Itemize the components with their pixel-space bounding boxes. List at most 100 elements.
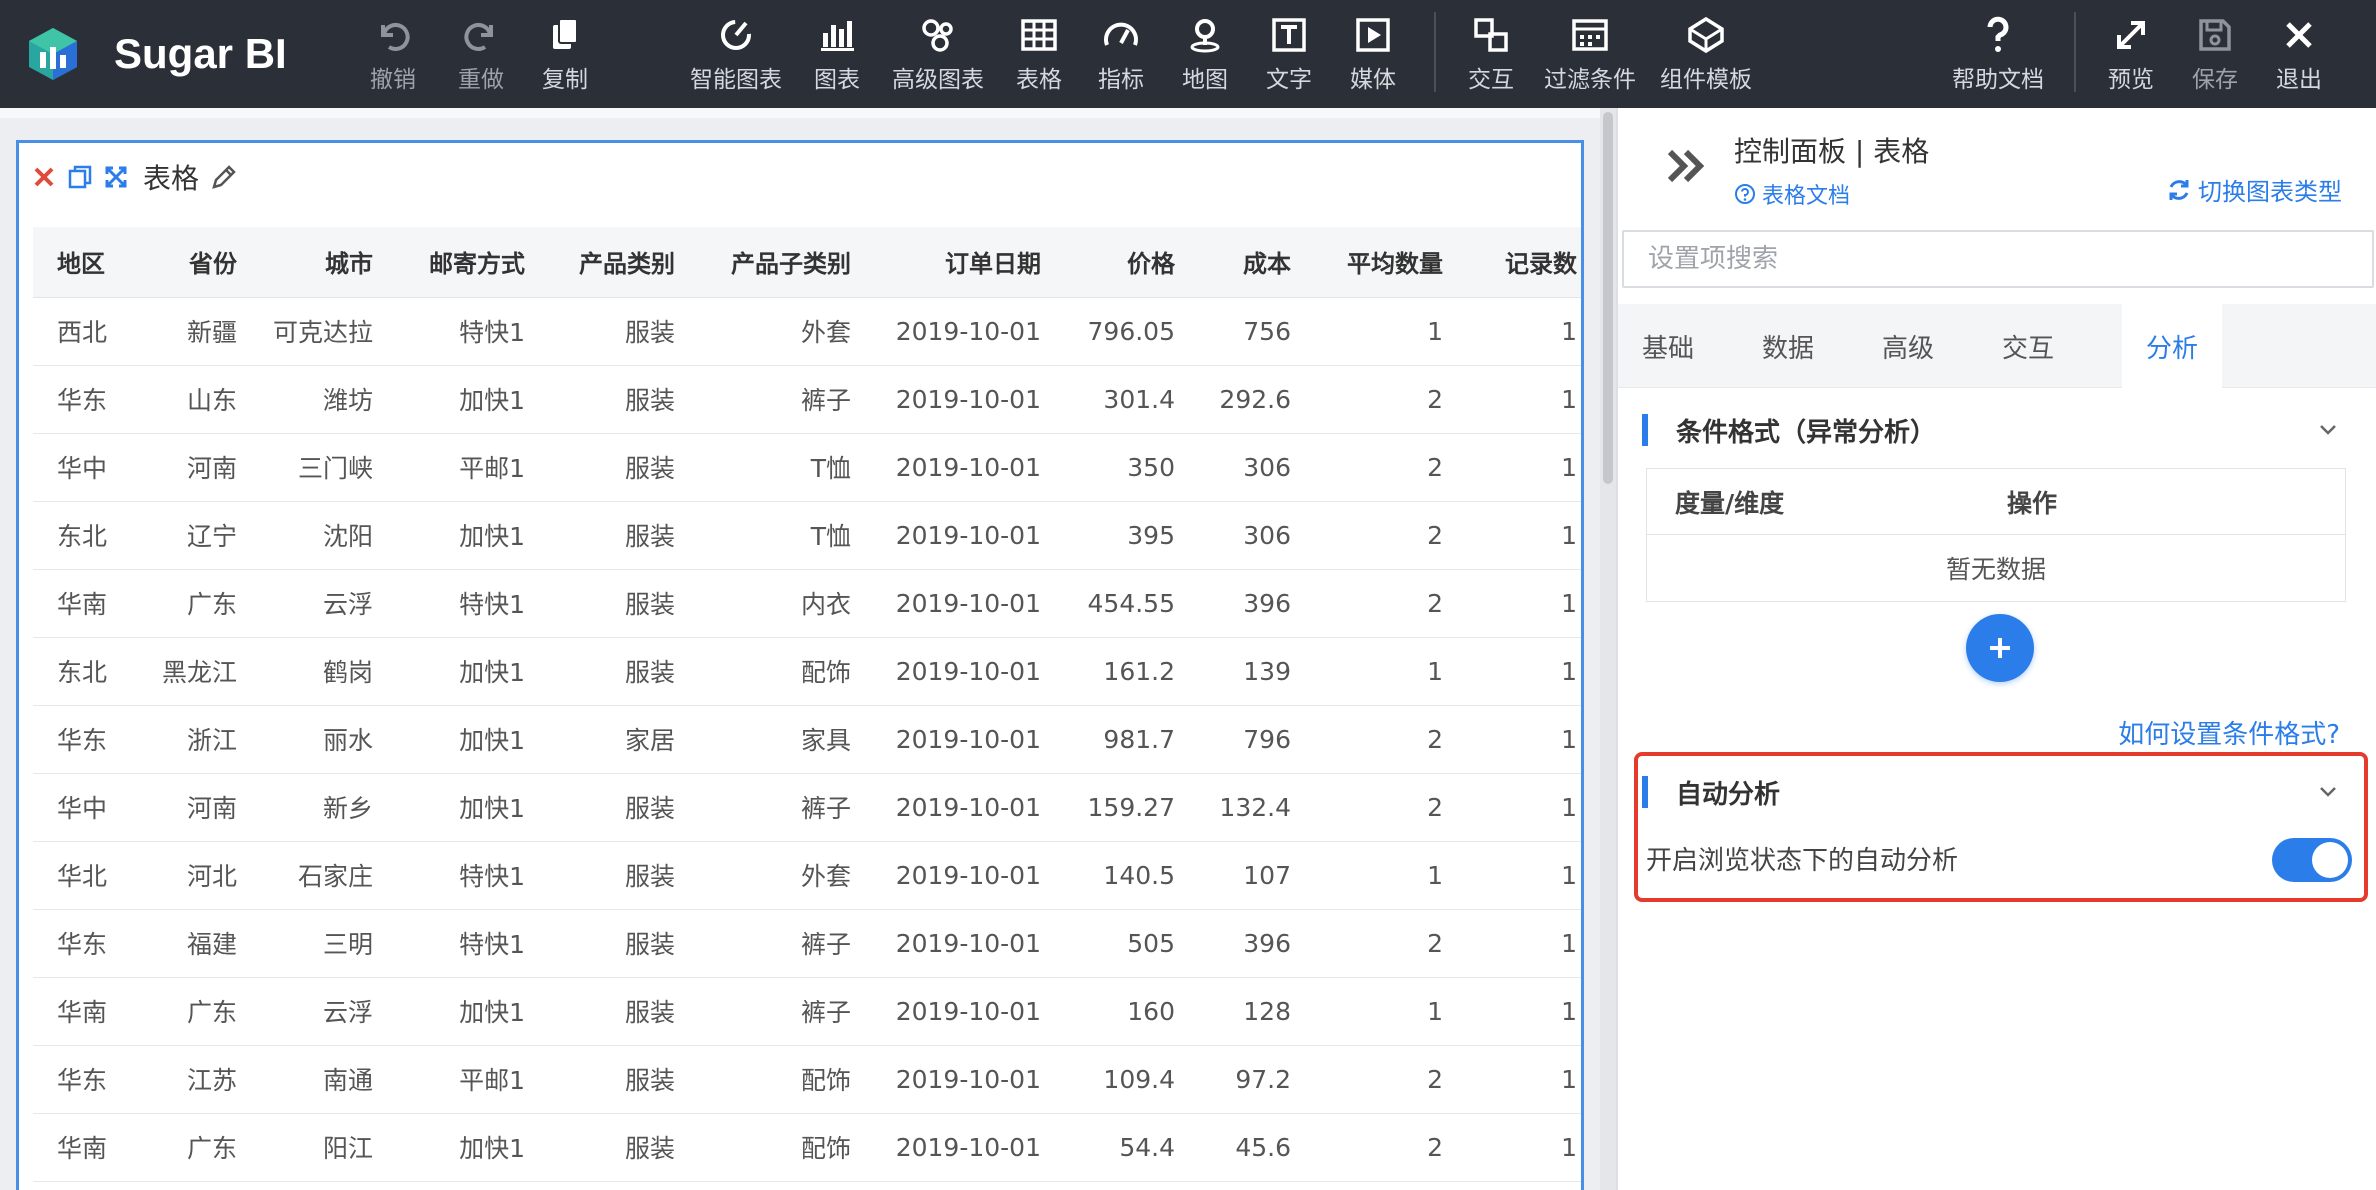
table-cell: 加快1 (389, 365, 541, 434)
table-cell: 江苏 (143, 1045, 253, 1114)
table-cell: 292.6 (1191, 365, 1307, 434)
column-header[interactable]: 产品类别 (541, 227, 691, 298)
scrollbar-thumb[interactable] (1603, 112, 1613, 484)
column-header[interactable]: 成本 (1191, 227, 1307, 298)
table-cell: 三明 (253, 909, 389, 978)
tab-basic[interactable]: 基础 (1618, 304, 1718, 388)
table-row[interactable]: 华南 广东 阳江 加快1 服装 配饰 2019-10-01 54.4 45.6 2 1 (33, 1113, 1581, 1182)
column-header[interactable]: 地区 (33, 227, 143, 298)
table-cell: 45.6 (1191, 1113, 1307, 1182)
filter-button[interactable]: 过滤条件 (1544, 14, 1636, 94)
advanced-chart-button[interactable]: 高级图表 (892, 14, 984, 94)
table-cell: 1 (1307, 637, 1459, 706)
table-cell: 395 (1057, 501, 1191, 570)
table-row[interactable]: 华北 河北 石家庄 特快1 服装 外套 2019-10-01 140.5 107 1 1 (33, 841, 1581, 910)
table-cell: 1 (1459, 637, 1581, 706)
settings-search-input[interactable] (1622, 230, 2374, 288)
toolbar-divider (1434, 12, 1436, 92)
table-row[interactable]: 华中 河南 新乡 加快1 服装 裤子 2019-10-01 159.27 132.4 2 1 (33, 773, 1581, 842)
table-cell: 浙江 (143, 705, 253, 774)
tab-analysis[interactable]: 分析 (2122, 304, 2222, 388)
table-row[interactable]: 华东 浙江 丽水 加快1 家居 家具 2019-10-01 981.7 796 2 1 (33, 705, 1581, 774)
chart-button[interactable]: 图表 (814, 14, 860, 94)
column-header[interactable]: 城市 (253, 227, 389, 298)
table-doc-link[interactable]: 表格文档 (1734, 178, 1850, 210)
table-cell: 加快1 (389, 705, 541, 774)
column-header[interactable]: 产品子类别 (691, 227, 867, 298)
auto-analysis-toggle[interactable] (2272, 838, 2352, 882)
table-cell: 1 (1459, 365, 1581, 434)
table-icon (1019, 14, 1059, 56)
switch-chart-type-link[interactable]: 切换图表类型 (2166, 172, 2342, 207)
indicator-button[interactable]: 指标 (1098, 14, 1144, 94)
table-cell: 服装 (541, 977, 691, 1046)
tab-data[interactable]: 数据 (1738, 304, 1838, 388)
interaction-icon (1471, 14, 1511, 56)
column-header[interactable]: 订单日期 (867, 227, 1057, 298)
collapse-panel-icon[interactable] (1664, 146, 1708, 186)
table-row[interactable]: 华南 广东 云浮 加快1 服装 裤子 2019-10-01 160 128 1 1 (33, 977, 1581, 1046)
redo-button[interactable]: 重做 (458, 14, 504, 94)
chevron-down-icon[interactable] (2314, 416, 2342, 444)
redo-icon (461, 14, 501, 56)
codepen-icon (1686, 14, 1726, 56)
condition-format-section-header[interactable]: 条件格式（异常分析） (1642, 410, 2342, 450)
table-cell: 可克达拉 (253, 297, 389, 366)
copy-button[interactable]: 复制 (542, 14, 588, 94)
table-row[interactable]: 华南 广东 云浮 特快1 服装 内衣 2019-10-01 454.55 396 2 1 (33, 569, 1581, 638)
column-header[interactable]: 平均数量 (1307, 227, 1459, 298)
table-row[interactable]: 东北 辽宁 沈阳 加快1 服装 T恤 2019-10-01 395 306 2 1 (33, 501, 1581, 570)
table-cell: 981.7 (1057, 705, 1191, 774)
component-template-button[interactable]: 组件模板 (1660, 14, 1752, 94)
table-widget[interactable]: 表格 地区 省份 城市 邮寄方式 产品类别 产品子类别 订单日期 价格 成本 平… (16, 140, 1584, 1190)
table-row[interactable]: 西北 新疆 可克达拉 特快1 服装 外套 2019-10-01 796.05 756 1 1 (33, 297, 1581, 366)
undo-button[interactable]: 撤销 (370, 14, 416, 94)
tab-advanced[interactable]: 高级 (1858, 304, 1958, 388)
text-icon (1269, 14, 1309, 56)
duplicate-widget-icon[interactable] (65, 162, 95, 192)
smart-chart-icon (716, 14, 756, 56)
column-header[interactable]: 价格 (1057, 227, 1191, 298)
table-row[interactable]: 东北 黑龙江 鹤岗 加快1 服装 配饰 2019-10-01 161.2 139 1 1 (33, 637, 1581, 706)
table-cell: 特快1 (389, 297, 541, 366)
section-accent-bar (1642, 776, 1648, 808)
table-button[interactable]: 表格 (1016, 14, 1062, 94)
table-cell: 广东 (143, 1113, 253, 1182)
table-cell: 裤子 (691, 909, 867, 978)
table-cell: 160 (1057, 977, 1191, 1046)
fullscreen-widget-icon[interactable] (101, 162, 131, 192)
save-button[interactable]: 保存 (2192, 14, 2238, 94)
panel-title: 控制面板 | 表格 (1734, 135, 1930, 168)
column-header[interactable]: 记录数 (1459, 227, 1581, 298)
tab-interaction[interactable]: 交互 (1978, 304, 2078, 388)
edit-title-pencil-icon[interactable] (209, 162, 239, 192)
delete-widget-icon[interactable] (29, 162, 59, 192)
canvas-scrollbar[interactable] (1600, 108, 1616, 1190)
table-cell: 服装 (541, 773, 691, 842)
add-condition-button[interactable] (1966, 614, 2034, 682)
table-row[interactable]: 华中 河南 三门峡 平邮1 服装 T恤 2019-10-01 350 306 2 1 (33, 433, 1581, 502)
help-doc-button[interactable]: 帮助文档 (1952, 14, 2044, 94)
smart-chart-button[interactable]: 智能图表 (690, 14, 782, 94)
condition-format-help-link[interactable]: 如何设置条件格式? (2118, 714, 2340, 751)
table-cell: 1 (1459, 501, 1581, 570)
preview-button[interactable]: 预览 (2108, 14, 2154, 94)
table-cell: 华南 (33, 977, 143, 1046)
table-row[interactable]: 华东 福建 三明 特快1 服装 裤子 2019-10-01 505 396 2 1 (33, 909, 1581, 978)
column-header[interactable]: 省份 (143, 227, 253, 298)
table-cell: 2 (1307, 365, 1459, 434)
column-header[interactable]: 邮寄方式 (389, 227, 541, 298)
media-button[interactable]: 媒体 (1350, 14, 1396, 94)
chevron-down-icon[interactable] (2314, 778, 2342, 806)
play-icon (1353, 14, 1393, 56)
exit-button[interactable]: 退出 (2276, 14, 2322, 94)
map-button[interactable]: 地图 (1182, 14, 1228, 94)
help-circle-icon (1734, 183, 1756, 205)
interaction-button[interactable]: 交互 (1468, 14, 1514, 94)
table-row[interactable]: 华东 江苏 南通 平邮1 服装 配饰 2019-10-01 109.4 97.2 2 1 (33, 1045, 1581, 1114)
auto-analysis-section-header[interactable]: 自动分析 (1642, 772, 2342, 812)
table-row[interactable]: 华东 山东 潍坊 加快1 服装 裤子 2019-10-01 301.4 292.6 2 1 (33, 365, 1581, 434)
table-cell: 1 (1459, 909, 1581, 978)
canvas-top-strip (0, 108, 1616, 118)
text-button[interactable]: 文字 (1266, 14, 1312, 94)
